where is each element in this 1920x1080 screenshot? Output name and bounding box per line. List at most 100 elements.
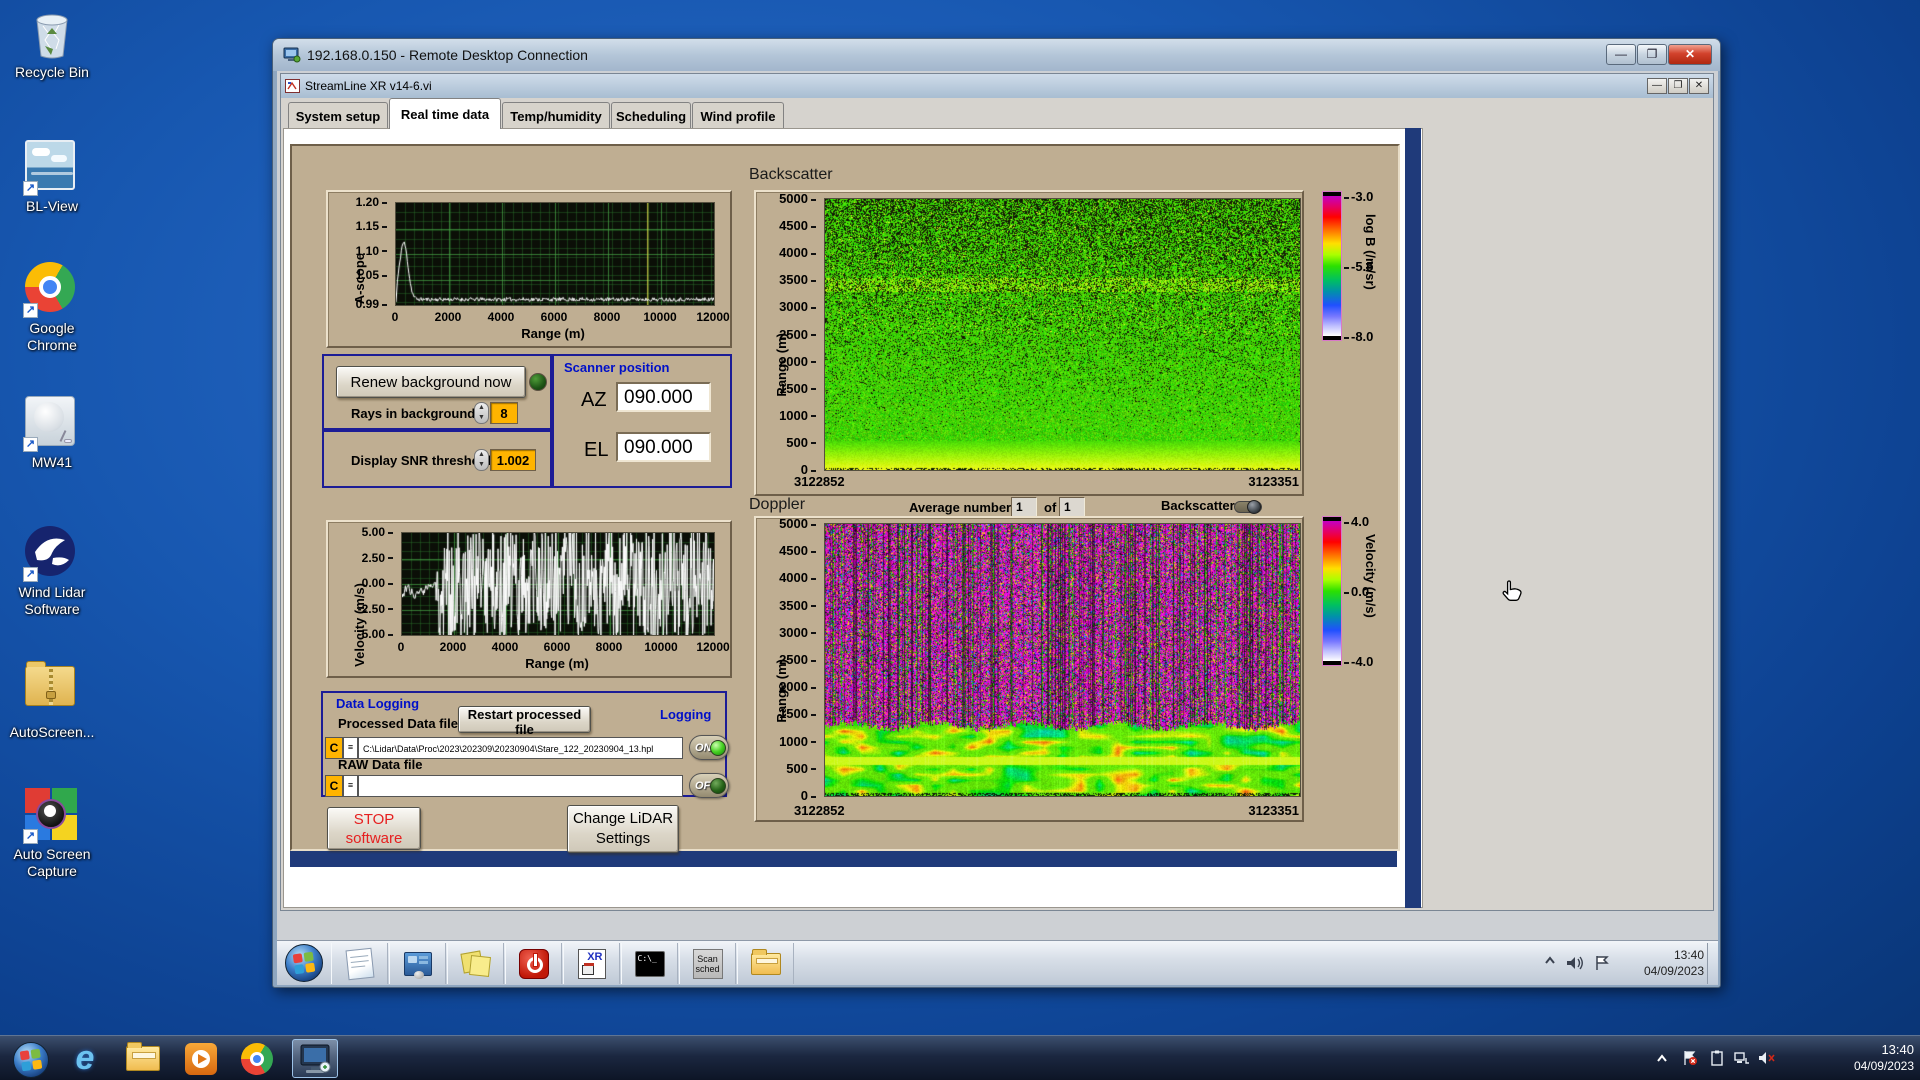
mouse-cursor-hand — [1500, 578, 1526, 609]
backscatter-colorbar — [1322, 191, 1342, 341]
remote-clock[interactable]: 13:40 04/09/2023 — [1614, 947, 1704, 979]
raw-path-field[interactable] — [358, 775, 683, 797]
tab-temp-humidity[interactable]: Temp/humidity — [502, 102, 610, 128]
rdp-close-button[interactable]: ✕ — [1668, 44, 1712, 65]
host-taskbar-remote-desktop[interactable] — [292, 1039, 338, 1078]
el-value-field[interactable]: 090.000 — [616, 432, 711, 462]
host-clock[interactable]: 13:40 04/09/2023 — [1794, 1042, 1914, 1074]
rays-spinner[interactable]: ▲ ▼ — [474, 402, 489, 424]
action-center-flag-icon[interactable] — [1594, 955, 1610, 971]
app-close-button[interactable]: ✕ — [1689, 78, 1709, 94]
snr-value-field[interactable]: 1.002 — [490, 449, 536, 471]
remote-taskbar-system-monitor[interactable] — [389, 943, 446, 984]
remote-taskbar-stop-power[interactable] — [505, 943, 562, 984]
host-taskbar-file-explorer[interactable] — [120, 1039, 166, 1078]
host-taskbar-internet-explorer[interactable]: e — [62, 1039, 108, 1078]
app-minimize-button[interactable]: — — [1647, 78, 1667, 94]
start-orb-icon[interactable] — [285, 944, 323, 982]
tray-volume-muted-icon[interactable] — [1758, 1050, 1776, 1071]
processed-path-field[interactable]: C:\Lidar\Data\Proc\2023\202309\20230904\… — [358, 737, 683, 759]
el-label: EL — [584, 439, 609, 461]
velocity-plot[interactable] — [401, 532, 715, 636]
remote-taskbar-labview-xr[interactable]: XR — [563, 943, 620, 984]
y-tick-label: 4500 — [768, 218, 816, 233]
remote-taskbar-notepad[interactable] — [331, 943, 388, 984]
desktop-icon-bl-view[interactable]: ↗ BL-View — [6, 140, 98, 215]
az-value-field[interactable]: 090.000 — [616, 382, 711, 412]
labview-vi-icon — [285, 79, 300, 93]
desktop-icon-autoscreen-zip[interactable]: AutoScreen... — [6, 658, 98, 741]
stop-software-button[interactable]: STOP software — [327, 807, 421, 850]
desktop-icon-auto-screen-capture[interactable]: ↗ Auto Screen Capture — [6, 788, 98, 880]
off-lens — [710, 778, 726, 794]
app-title-bar[interactable]: StreamLine XR v14-6.vi — ❐ ✕ — [281, 74, 1713, 98]
remote-taskbar-sticky-notes[interactable] — [447, 943, 504, 984]
tray-expand-icon[interactable] — [1656, 1054, 1668, 1064]
average-number-field[interactable]: 1 — [1011, 497, 1037, 517]
a-scope-plot[interactable] — [395, 202, 715, 306]
y-tick-label: 2000 — [768, 679, 816, 694]
renew-background-button[interactable]: Renew background now — [336, 366, 526, 398]
backscatter-doppler-switch[interactable] — [1234, 500, 1262, 514]
tab-real-time-data[interactable]: Real time data — [389, 98, 501, 129]
rdp-maximize-button[interactable]: ❐ — [1637, 44, 1667, 65]
remote-taskbar-scan-scheduler[interactable]: Scan sched — [679, 943, 736, 984]
y-tick-label: 1500 — [768, 706, 816, 721]
average-total-field[interactable]: 1 — [1059, 497, 1085, 517]
remote-taskbar-command-prompt[interactable]: C:\_ — [621, 943, 678, 984]
x-tick-label: 0 — [391, 310, 399, 324]
panel-edge-vertical — [1405, 128, 1421, 908]
tray-clipboard-icon[interactable] — [1710, 1050, 1724, 1071]
backscatter-heatmap[interactable] — [824, 198, 1301, 471]
velocity-x-axis-label: Range (m) — [525, 656, 589, 671]
remote-show-desktop-button[interactable] — [1707, 943, 1718, 984]
y-tick-label: 1.05 — [343, 268, 387, 282]
desktop-icon-mw41[interactable]: ↗ MW41 — [6, 396, 98, 471]
host-taskbar-google-chrome[interactable] — [234, 1039, 280, 1078]
tab-strip: System setup Real time data Temp/humidity S… — [288, 98, 988, 129]
restart-processed-file-button[interactable]: Restart processed file — [458, 706, 591, 737]
raw-logging-toggle[interactable]: OFF — [689, 773, 729, 798]
doppler-colorbar — [1322, 516, 1342, 666]
app-restore-button[interactable]: ❐ — [1668, 78, 1688, 94]
scanner-position-box: Scanner position AZ 090.000 EL 090.000 — [552, 354, 732, 488]
tray-flag-icon[interactable] — [1682, 1050, 1698, 1071]
tab-system-setup[interactable]: System setup — [288, 102, 388, 128]
processed-logging-toggle[interactable]: ON — [689, 735, 729, 760]
on-lens — [710, 740, 726, 756]
y-tick-label: 0 — [768, 788, 816, 803]
remote-desktop-icon — [300, 1044, 331, 1073]
colorbar-tick-label: 0.0 — [1344, 584, 1369, 599]
processed-path-type-icon[interactable]: ≡ — [343, 737, 358, 759]
system-monitor-icon — [403, 951, 432, 979]
y-tick-label: 1000 — [768, 734, 816, 749]
y-tick-label: 1.20 — [343, 195, 387, 209]
remote-taskbar-file-explorer[interactable] — [737, 943, 794, 984]
host-taskbar-start-orb[interactable] — [8, 1040, 54, 1079]
snr-spinner[interactable]: ▲ ▼ — [474, 449, 489, 471]
desktop-icon-google-chrome[interactable]: ↗ Google Chrome — [6, 262, 98, 354]
tray-expand-icon[interactable] — [1544, 955, 1556, 967]
tab-wind-profile[interactable]: Wind profile — [692, 102, 784, 128]
raw-path-type-icon[interactable]: ≡ — [343, 775, 358, 797]
tray-network-icon[interactable] — [1734, 1050, 1750, 1071]
raw-drive-button[interactable]: C — [325, 775, 343, 797]
folder-icon — [750, 948, 781, 975]
rdp-minimize-button[interactable]: — — [1606, 44, 1636, 65]
change-lidar-settings-button[interactable]: Change LiDAR Settings — [567, 805, 679, 853]
doppler-heatmap[interactable] — [824, 523, 1301, 797]
x-tick-label: 10000 — [643, 310, 677, 324]
start-orb-icon[interactable] — [13, 1041, 49, 1078]
processed-drive-button[interactable]: C — [325, 737, 343, 759]
host-taskbar-media-player[interactable] — [178, 1039, 224, 1078]
desktop-icon-wind-lidar-software[interactable]: ↗ Wind Lidar Software — [6, 526, 98, 618]
volume-icon[interactable] — [1566, 955, 1584, 971]
rays-value-field[interactable]: 8 — [490, 402, 518, 424]
y-tick-label: 1000 — [768, 408, 816, 423]
shortcut-arrow-icon: ↗ — [23, 829, 38, 844]
tab-scheduling[interactable]: Scheduling — [611, 102, 691, 128]
desktop-icon-recycle-bin[interactable]: Recycle Bin — [6, 6, 98, 81]
zip-folder-icon — [25, 661, 75, 706]
rdp-title-bar[interactable]: 192.168.0.150 - Remote Desktop Connectio… — [273, 39, 1720, 71]
desktop-icon-label: Recycle Bin — [15, 64, 89, 80]
